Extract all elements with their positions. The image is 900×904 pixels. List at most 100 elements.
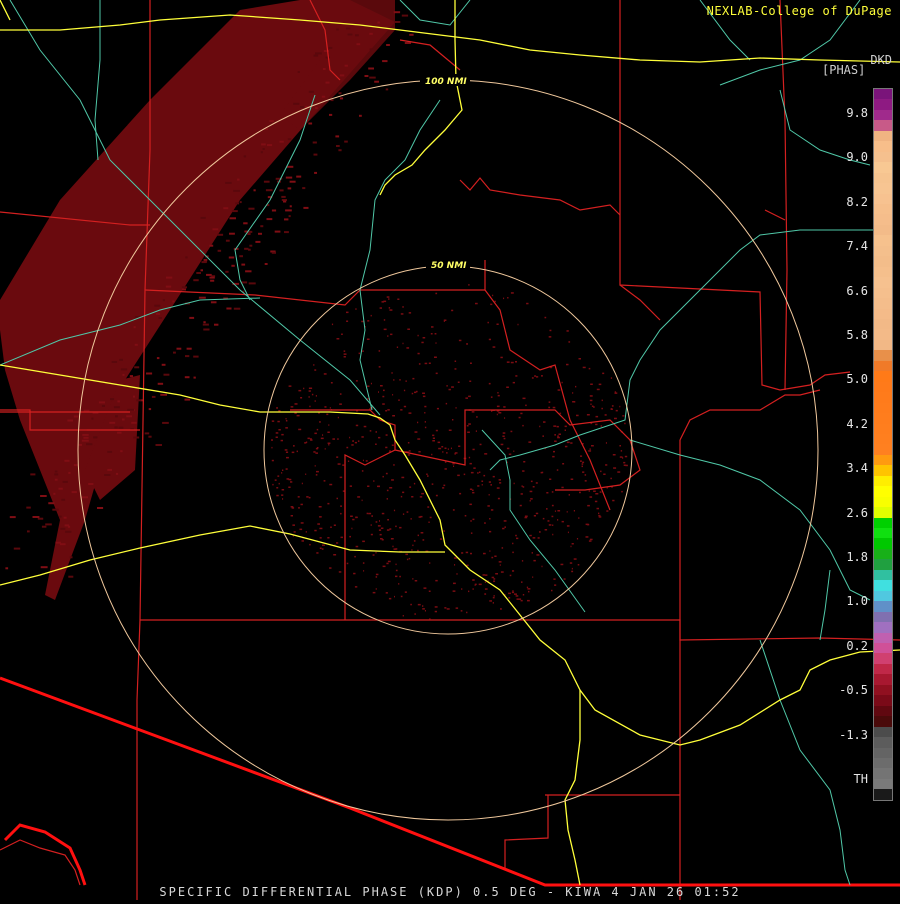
- echo-speckle-dot: [382, 403, 385, 405]
- echo-speckle-dot: [370, 382, 372, 385]
- echo-speckle-dot: [361, 499, 363, 502]
- echo-band-texture: [267, 144, 273, 147]
- echo-speckle-dot: [624, 455, 628, 458]
- echo-speckle-dot: [483, 552, 486, 555]
- echo-speckle-dot: [380, 538, 383, 540]
- echo-speckle-dot: [395, 563, 397, 566]
- echo-speckle-dot: [332, 438, 335, 440]
- echo-band-texture: [217, 233, 224, 236]
- echo-band-texture: [231, 210, 238, 213]
- echo-speckle-dot: [432, 437, 435, 439]
- echo-band-texture: [339, 74, 345, 77]
- echo-speckle-dot: [379, 307, 382, 309]
- echo-speckle-dot: [271, 446, 273, 449]
- echo-speckle-dot: [393, 509, 396, 512]
- echo-band-texture: [54, 470, 58, 473]
- echo-speckle-dot: [322, 434, 324, 436]
- echo-speckle-dot: [477, 485, 480, 487]
- echo-speckle-dot: [391, 444, 394, 446]
- echo-speckle-dot: [385, 592, 388, 594]
- echo-speckle-dot: [557, 435, 559, 437]
- echo-speckle-dot: [427, 475, 429, 477]
- echo-band-texture: [401, 14, 409, 17]
- legend-tick-label: 9.8: [846, 106, 868, 120]
- echo-speckle-dot: [281, 494, 284, 496]
- echo-speckle-dot: [484, 588, 488, 590]
- echo-speckle-dot: [474, 584, 476, 586]
- echo-speckle-dot: [564, 425, 567, 428]
- echo-speckle-dot: [392, 415, 395, 417]
- legend-tick-label: 0.2: [846, 638, 868, 653]
- echo-speckle-dot: [501, 547, 504, 549]
- echo-speckle-dot: [386, 296, 390, 298]
- echo-speckle-dot: [533, 515, 536, 517]
- echo-speckle-dot: [548, 336, 552, 338]
- echo-speckle-dot: [468, 395, 471, 398]
- echo-band-texture: [260, 225, 264, 228]
- echo-speckle-dot: [483, 474, 486, 477]
- echo-band-texture: [196, 272, 201, 274]
- echo-speckle-dot: [308, 496, 311, 499]
- echo-speckle-dot: [435, 494, 438, 497]
- echo-speckle-dot: [561, 381, 563, 384]
- echo-speckle-dot: [412, 544, 414, 547]
- echo-speckle-dot: [473, 467, 476, 469]
- echo-speckle-dot: [554, 510, 556, 512]
- echo-band-texture: [237, 178, 240, 181]
- echo-speckle-dot: [382, 395, 385, 398]
- echo-speckle-dot: [417, 334, 419, 337]
- echo-band-texture: [62, 480, 68, 483]
- echo-speckle-dot: [355, 424, 359, 427]
- echo-speckle-dot: [470, 552, 472, 555]
- echo-speckle-dot: [326, 413, 329, 416]
- echo-band: [0, 0, 395, 600]
- echo-speckle-dot: [362, 540, 365, 543]
- echo-speckle-dot: [469, 380, 472, 382]
- echo-speckle-dot: [285, 420, 288, 422]
- echo-band-texture: [101, 405, 105, 407]
- echo-speckle-dot: [482, 574, 485, 576]
- echo-band-texture: [288, 215, 291, 218]
- echo-speckle-dot: [484, 593, 487, 595]
- echo-speckle-dot: [423, 587, 427, 589]
- echo-band-texture: [313, 54, 319, 57]
- echo-speckle-dot: [405, 553, 408, 556]
- echo-speckle-dot: [573, 558, 577, 560]
- echo-band-texture: [233, 189, 240, 192]
- echo-speckle-dot: [500, 571, 504, 573]
- echo-band-texture: [155, 444, 162, 446]
- echo-speckle-dot: [400, 313, 404, 315]
- echo-speckle-dot: [497, 394, 500, 397]
- echo-band-texture: [104, 474, 111, 476]
- echo-speckle-dot: [489, 518, 491, 520]
- echo-band-texture: [52, 508, 59, 511]
- echo-band-texture: [206, 273, 212, 276]
- echo-speckle-dot: [339, 393, 342, 395]
- echo-speckle-dot: [513, 482, 515, 485]
- echo-speckle-dot: [595, 415, 599, 418]
- echo-speckle-dot: [477, 472, 479, 474]
- echo-speckle-dot: [329, 567, 332, 569]
- echo-speckle-dot: [542, 435, 544, 437]
- echo-speckle-dot: [624, 422, 626, 425]
- legend-swatch: [874, 308, 892, 319]
- echo-speckle-dot: [589, 496, 593, 498]
- echo-speckle-dot: [552, 533, 554, 536]
- legend-swatch: [874, 580, 892, 591]
- echo-speckle-dot: [300, 503, 303, 506]
- echo-speckle-dot: [411, 496, 414, 498]
- echo-band-texture: [91, 417, 94, 420]
- echo-speckle-dot: [502, 432, 506, 434]
- echo-band-texture: [122, 373, 125, 376]
- echo-speckle-dot: [554, 434, 556, 436]
- echo-speckle-dot: [432, 440, 435, 442]
- echo-band-texture: [393, 11, 401, 14]
- echo-band-texture: [193, 279, 199, 282]
- echo-band-texture: [377, 21, 380, 24]
- echo-speckle-dot: [512, 570, 515, 572]
- highway-5: [564, 690, 581, 886]
- echo-speckle-dot: [492, 294, 494, 297]
- echo-speckle-dot: [571, 543, 574, 545]
- echo-speckle-dot: [581, 463, 584, 465]
- echo-speckle-dot: [385, 472, 388, 475]
